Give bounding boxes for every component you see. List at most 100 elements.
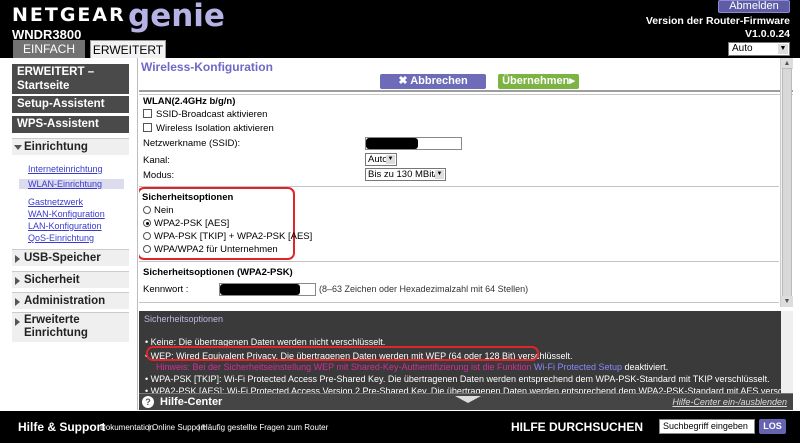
ssid-broadcast-label: SSID-Broadcast aktivieren [156, 109, 268, 120]
sidebar-subitem-wlan[interactable]: WLAN-Einrichtung [19, 179, 124, 189]
highlight-box [146, 346, 539, 361]
help-center-toggle[interactable]: Hilfe-Center ein-/ausblenden [672, 397, 787, 407]
collapsed-arrow-icon [15, 298, 20, 306]
close-icon: ✖ [398, 75, 411, 87]
form-scrollbar[interactable]: ▲ ▼ [780, 58, 793, 307]
security-wpa-mixed-label: WPA-PSK [TKIP] + WPA2-PSK [AES] [154, 231, 313, 242]
chevron-down-icon: ▼ [778, 44, 788, 54]
sidebar-item-label-2: Einrichtung [24, 327, 88, 339]
redacted-passphrase [220, 284, 300, 295]
security-none-radio[interactable] [143, 206, 151, 214]
sidebar-item-setup-wizard[interactable]: Setup-Assistent [12, 96, 129, 113]
sidebar-item-wps-wizard[interactable]: WPS-Assistent [12, 116, 129, 133]
scroll-down-icon[interactable]: ▼ [781, 296, 793, 307]
sidebar-item-setup[interactable]: Einrichtung [12, 138, 129, 155]
footer-search-button[interactable]: LOS [759, 419, 786, 434]
apply-button[interactable]: Übernehmen▸ [498, 74, 579, 89]
footer-link-documentation[interactable]: Dokumentation [100, 423, 154, 432]
cancel-button-label: Abbrechen [410, 75, 468, 87]
sidebar-item-advanced-setup[interactable]: Erweiterte Einrichtung [12, 312, 129, 342]
divider [139, 90, 793, 92]
sidebar-item-security[interactable]: Sicherheit [12, 271, 129, 288]
language-select[interactable]: Auto ▼ [728, 42, 790, 56]
passphrase-input[interactable] [219, 283, 316, 296]
footer-separator: | [148, 423, 151, 432]
psk-section-title: Sicherheitsoptionen (WPA2-PSK) [143, 267, 293, 278]
security-options-title: Sicherheitsoptionen [142, 192, 234, 203]
divider [139, 261, 779, 262]
sidebar-item-label: ERWEITERT – [17, 66, 95, 78]
sidebar-item-label: Erweiterte [24, 314, 80, 326]
security-enterprise-label: WPA/WPA2 für Unternehmen [154, 244, 278, 255]
redacted-ssid [366, 138, 418, 149]
firmware-version: V1.0.0.24 [745, 28, 790, 40]
language-select-value: Auto [732, 43, 753, 54]
collapsed-arrow-icon [15, 277, 20, 285]
footer-separator: | [198, 423, 201, 432]
footer: Hilfe & Support Dokumentation | Online S… [0, 411, 800, 443]
security-wpa2-psk-label: WPA2-PSK [AES] [154, 218, 230, 229]
sidebar-subitem-guest[interactable]: Gastnetzwerk [28, 197, 83, 207]
ssid-input[interactable] [365, 137, 462, 150]
collapsed-arrow-icon [15, 255, 20, 263]
logout-button[interactable]: Abmelden [718, 0, 790, 13]
help-icon: ? [142, 396, 154, 408]
sidebar-item-label: Sicherheit [24, 274, 80, 286]
tab-advanced[interactable]: ERWEITERT [90, 40, 166, 58]
sidebar-item-label: USB-Speicher [24, 252, 101, 264]
channel-select[interactable]: Auto ▼ [365, 153, 397, 166]
divider [139, 302, 779, 303]
header: NETGEAR genie WNDR3800 Abmelden Version … [0, 0, 800, 58]
page-title: Wireless-Konfiguration [141, 60, 273, 74]
arrow-right-icon: ▸ [569, 75, 575, 87]
mode-label: Modus: [143, 170, 175, 181]
sidebar-subitem-wan[interactable]: WAN-Konfiguration [28, 209, 105, 219]
main-content: Wireless-Konfiguration ✖ Abbrechen Übern… [139, 58, 793, 410]
netgear-logo: NETGEAR [12, 4, 126, 26]
help-panel-title: Sicherheitsoptionen [144, 314, 224, 324]
channel-label: Kanal: [143, 155, 170, 166]
collapsed-arrow-icon [15, 318, 20, 326]
mode-select[interactable]: Bis zu 130 MBit/s ▼ [365, 168, 446, 181]
ssid-label: Netzwerkname (SSID): [143, 138, 241, 149]
footer-search-label: HILFE DURCHSUCHEN [511, 420, 643, 434]
wireless-isolation-checkbox[interactable] [143, 123, 152, 132]
sidebar-subitem-internet[interactable]: Interneteinrichtung [28, 164, 103, 174]
footer-search-input[interactable]: Suchbegriff eingeben [659, 419, 755, 434]
security-wpa-mixed-radio[interactable] [143, 232, 151, 240]
sidebar-item-advanced-home[interactable]: ERWEITERT – Startseite [12, 64, 129, 94]
security-none-label: Nein [154, 205, 174, 216]
tab-simple[interactable]: EINFACH [13, 40, 85, 58]
sidebar: ERWEITERT – Startseite Setup-Assistent W… [0, 58, 138, 410]
help-note-text: Hinweis: Bei der Sicherheitseinstellung … [156, 362, 535, 372]
security-enterprise-radio[interactable] [143, 245, 151, 253]
apply-button-label: Übernehmen [502, 75, 570, 87]
help-note-end: deaktiviert. [622, 362, 669, 372]
cancel-button[interactable]: ✖ Abbrechen [380, 74, 486, 89]
sidebar-subitem-qos[interactable]: QoS-Einrichtung [28, 233, 94, 243]
footer-link-faq[interactable]: Häufig gestellte Fragen zum Router [202, 423, 328, 432]
passphrase-label: Kennwort : [143, 284, 189, 295]
sidebar-subitem-lan[interactable]: LAN-Konfiguration [28, 221, 102, 231]
help-center-bar[interactable]: ? Hilfe-Center Hilfe-Center ein-/ausblen… [139, 393, 793, 410]
wlan-section-title: WLAN(2.4GHz b/g/n) [143, 96, 236, 107]
chevron-down-icon[interactable] [455, 396, 481, 403]
channel-select-value: Auto [368, 154, 388, 165]
genie-logo: genie [128, 0, 225, 34]
scroll-thumb[interactable] [782, 68, 792, 298]
footer-title: Hilfe & Support [18, 420, 106, 434]
chevron-down-icon: ▼ [435, 170, 444, 179]
help-text-wpa-psk: • WPA-PSK [TKIP]: Wi-Fi Protected Access… [145, 374, 770, 384]
security-wpa2-psk-radio[interactable] [143, 219, 151, 227]
firmware-label: Version der Router-Firmware [645, 15, 790, 27]
help-text-wep-note: Hinweis: Bei der Sicherheitseinstellung … [156, 362, 668, 372]
sidebar-item-label: Administration [24, 295, 106, 307]
sidebar-item-usb-storage[interactable]: USB-Speicher [12, 249, 129, 266]
wireless-isolation-label: Wireless Isolation aktivieren [156, 123, 274, 134]
sidebar-item-label-2: Startseite [17, 80, 70, 92]
ssid-broadcast-checkbox[interactable] [143, 109, 152, 118]
help-note-link[interactable]: Wi-Fi Protected Setup [534, 362, 622, 372]
passphrase-hint: (8–63 Zeichen oder Hexadezimalzahl mit 6… [319, 284, 529, 294]
sidebar-item-administration[interactable]: Administration [12, 292, 129, 309]
help-center-title: Hilfe-Center [160, 396, 223, 408]
